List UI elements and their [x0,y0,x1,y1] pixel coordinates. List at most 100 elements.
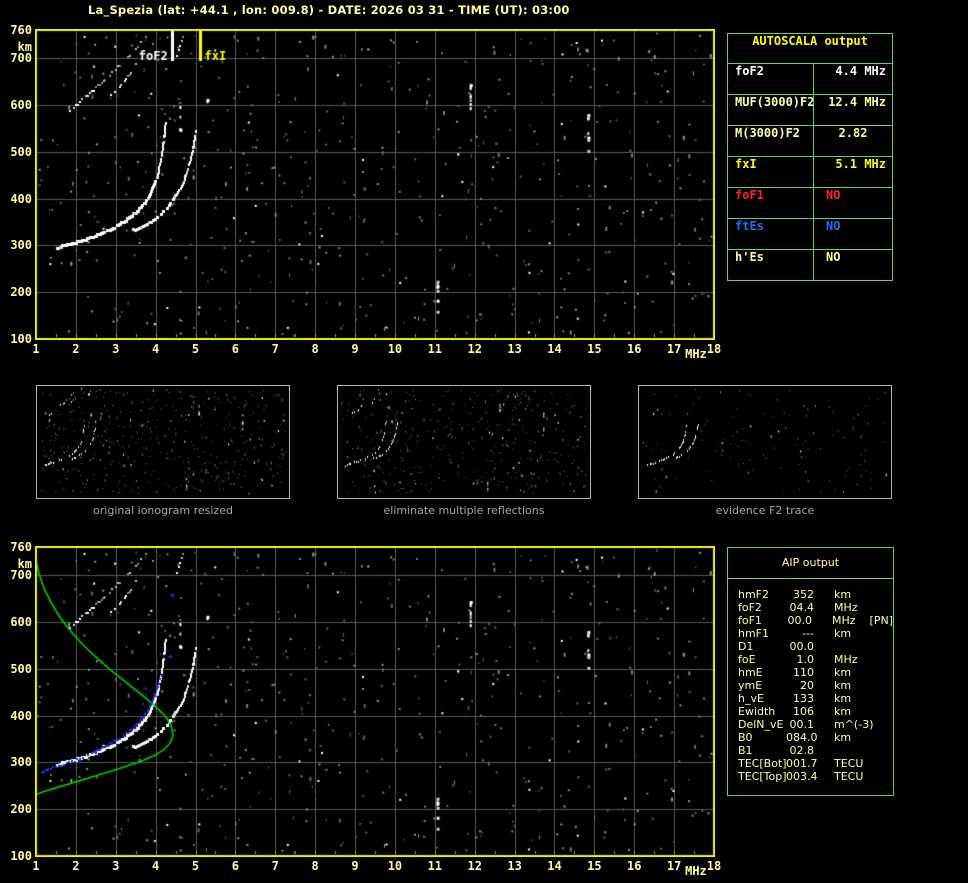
aip-row-value: 110 [793,666,814,679]
autoscala-row-value: NO [826,219,841,233]
aip-row-value: 02.8 [789,744,815,757]
x-tick-label: 4 [152,342,160,356]
aip-row-unit: km [834,588,852,601]
autoscala-row: foF2 4.4 MHz [728,64,892,95]
aip-row: B1 02.8 [728,744,893,757]
autoscala-table-rows: foF2 4.4 MHz MUF(3000)F2 12.4 MHz M(3000)F2 2… [728,64,892,280]
x-tick-label: 1 [32,859,40,873]
autoscala-row-label: ftEs [728,219,814,249]
aip-row-unit: km [834,731,852,744]
autoscala-row: fxI 5.1 MHz [728,157,892,188]
aip-row-label: DelN_vE [738,718,784,731]
x-tick-label: 3 [112,342,120,356]
aip-row-value: 003.4 [786,770,818,783]
x-tick-label: 15 [587,859,602,873]
y-tick-label: 600 [10,97,32,112]
x-tick-label: 1 [32,342,40,356]
aip-row: h_vE 133 km [728,692,893,705]
autoscala-row-value: 12.4 MHz [828,95,886,109]
aip-row-label: hmF1 [738,627,770,640]
x-tick-label: 9 [351,342,359,356]
aip-row: foF2 04.4 MHz [728,601,893,614]
autoscala-row-value: 4.4 MHz [835,64,886,78]
x-tick-label: 6 [231,859,240,873]
aip-row-label: hmF2 [738,588,770,601]
autoscala-row-value: NO [826,188,841,202]
aip-row-extra: [PN] [869,614,893,627]
aip-row-label: TEC[Top] [738,770,787,783]
aip-row-value: 00.0 [789,640,815,653]
y-axis-unit-label: km [17,557,32,571]
aip-row-value: 00.0 [787,614,813,627]
aip-panel-title: AIP output [728,548,893,579]
aip-row-label: Ewidth [738,705,776,718]
aip-row-label: foF1 [738,614,762,627]
x-tick-label: 7 [271,859,279,873]
autoscala-table-title: AUTOSCALA output [728,34,892,64]
autoscala-row: M(3000)F2 2.82 [728,126,892,157]
x-tick-label: 8 [311,342,319,356]
aip-row: hmF1 --- km [728,627,893,640]
aip-row: TEC[Bot] 001.7 TECU [728,757,893,770]
autoscala-row-value: 5.1 MHz [835,157,886,171]
autoscala-row: ftEs NO [728,219,892,250]
aip-row-label: ymE [738,679,763,692]
thumbnail-eliminate-reflections [337,385,591,499]
x-tick-label: 11 [427,342,443,356]
ionogram-plot-top [35,29,715,340]
x-tick-label: 17 [666,859,682,873]
aip-row-unit: TECU [834,757,864,770]
x-tick-label: 7 [271,342,279,356]
aip-row: hmF2 352 km [728,588,893,601]
x-tick-label: 13 [507,859,522,873]
aip-panel-rows: hmF2 352 km foF2 04.4 MHz foF1 00.0 MHz [PN] hmF1 -… [728,579,893,783]
autoscala-row: foF1 NO [728,188,892,219]
autoscala-window: La_Spezia (lat: +44.1 , lon: 009.8) - DA… [0,0,968,883]
aip-row-value: 1.0 [796,653,815,666]
x-axis-unit-label: MHz [685,864,707,878]
aip-row-unit: MHz [832,614,856,627]
aip-row-label: h_vE [738,692,764,705]
y-tick-label: 500 [10,661,32,676]
aip-row-label: hmE [738,666,763,679]
aip-output-panel: AIP output hmF2 352 km foF2 04.4 MHz foF1 00.0 M… [727,547,894,796]
x-tick-label: 2 [72,859,80,873]
y-tick-label: 760 [10,23,32,37]
aip-row-label: B0 [738,731,753,744]
x-axis-unit-label: MHz [685,347,707,361]
x-tick-label: 5 [191,859,200,873]
y-tick-label: 300 [10,238,32,253]
x-tick-label: 8 [311,859,319,873]
thumbnail-original-ionogram [36,385,290,499]
thumbnail-caption-evidence: evidence F2 trace [715,504,815,517]
x-tick-label: 11 [427,859,443,873]
aip-row-unit: TECU [834,770,864,783]
aip-row: Ewidth 106 km [728,705,893,718]
aip-row-value: 084.0 [786,731,818,744]
y-tick-label: 600 [10,614,32,629]
thumbnail-caption-eliminate: eliminate multiple reflections [383,504,545,517]
aip-row: hmE 110 km [728,666,893,679]
aip-row: ymE 20 km [728,679,893,692]
autoscala-row-label: MUF(3000)F2 [728,95,814,125]
aip-row-unit: km [834,627,852,640]
x-tick-label: 2 [72,342,80,356]
aip-row: D1 00.0 [728,640,893,653]
aip-row-unit: km [834,705,852,718]
x-tick-label: 12 [467,859,482,873]
x-tick-label: 12 [467,342,482,356]
x-tick-label: 13 [507,342,522,356]
page-title: La_Spezia (lat: +44.1 , lon: 009.8) - DA… [88,3,570,17]
aip-row-label: B1 [738,744,753,757]
aip-row-unit: MHz [834,653,858,666]
x-tick-label: 15 [587,342,602,356]
autoscala-output-table: AUTOSCALA output foF2 4.4 MHz MUF(3000)F2 1… [727,33,893,281]
aip-row-unit: km [834,692,852,705]
autoscala-row-label: M(3000)F2 [728,126,814,156]
x-tick-label: 10 [387,859,403,873]
x-tick-label: 16 [627,859,642,873]
x-tick-label: 5 [191,342,200,356]
autoscala-row-label: h'Es [728,250,814,280]
y-axis-unit-label: km [17,40,32,54]
x-tick-label: 6 [231,342,240,356]
